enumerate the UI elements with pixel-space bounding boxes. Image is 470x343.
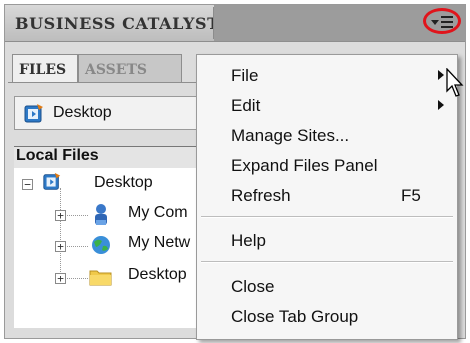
refresh-shortcut: F5 xyxy=(401,186,421,205)
tab-assets[interactable]: ASSETS xyxy=(78,54,182,82)
local-files-label: Local Files xyxy=(16,147,99,164)
collapse-icon[interactable]: − xyxy=(22,179,33,190)
mouse-cursor-icon xyxy=(446,68,464,97)
location-dropdown[interactable]: Desktop xyxy=(14,96,214,130)
panel-options-icon xyxy=(441,16,453,31)
submenu-arrow-icon xyxy=(438,70,444,80)
panel-options-button[interactable] xyxy=(423,8,461,34)
submenu-arrow-icon xyxy=(438,100,444,110)
network-icon xyxy=(92,236,110,254)
tree-item-label[interactable]: My Netw xyxy=(128,234,190,252)
local-files-header[interactable]: Local Files xyxy=(14,146,214,170)
site-icon xyxy=(24,104,43,123)
menu-item-close[interactable]: Close xyxy=(231,277,274,297)
expand-icon[interactable]: + xyxy=(55,241,66,252)
dropdown-arrow-icon xyxy=(431,20,439,25)
menu-item-close-tab-group[interactable]: Close Tab Group xyxy=(231,307,358,327)
computer-icon xyxy=(95,204,107,225)
tree-item-label[interactable]: My Com xyxy=(128,204,188,222)
menu-item-refresh[interactable]: Refresh xyxy=(231,186,291,206)
menu-separator xyxy=(201,216,453,218)
tab-files[interactable]: FILES xyxy=(12,54,78,82)
location-label: Desktop xyxy=(53,104,112,121)
expand-icon[interactable]: + xyxy=(55,273,66,284)
panel-options-menu: File Edit Manage Sites... Expand Files P… xyxy=(196,54,458,340)
panel-title: BUSINESS CATALYST xyxy=(15,14,220,33)
menu-item-help[interactable]: Help xyxy=(231,231,266,251)
menu-item-edit[interactable]: Edit xyxy=(231,96,260,116)
tree-item-label[interactable]: Desktop xyxy=(128,266,187,284)
menu-item-manage-sites[interactable]: Manage Sites... xyxy=(231,126,349,146)
file-tree: − Desktop + My Com + My Netw + Desktop xyxy=(14,168,214,328)
tree-root-label[interactable]: Desktop xyxy=(94,174,153,192)
menu-item-expand-files-panel[interactable]: Expand Files Panel xyxy=(231,156,377,176)
menu-item-file[interactable]: File xyxy=(231,66,258,86)
expand-icon[interactable]: + xyxy=(55,210,66,221)
panel-titlebar: BUSINESS CATALYST xyxy=(5,5,465,42)
menu-separator xyxy=(201,261,453,263)
site-icon xyxy=(43,172,61,190)
folder-icon xyxy=(89,270,112,286)
